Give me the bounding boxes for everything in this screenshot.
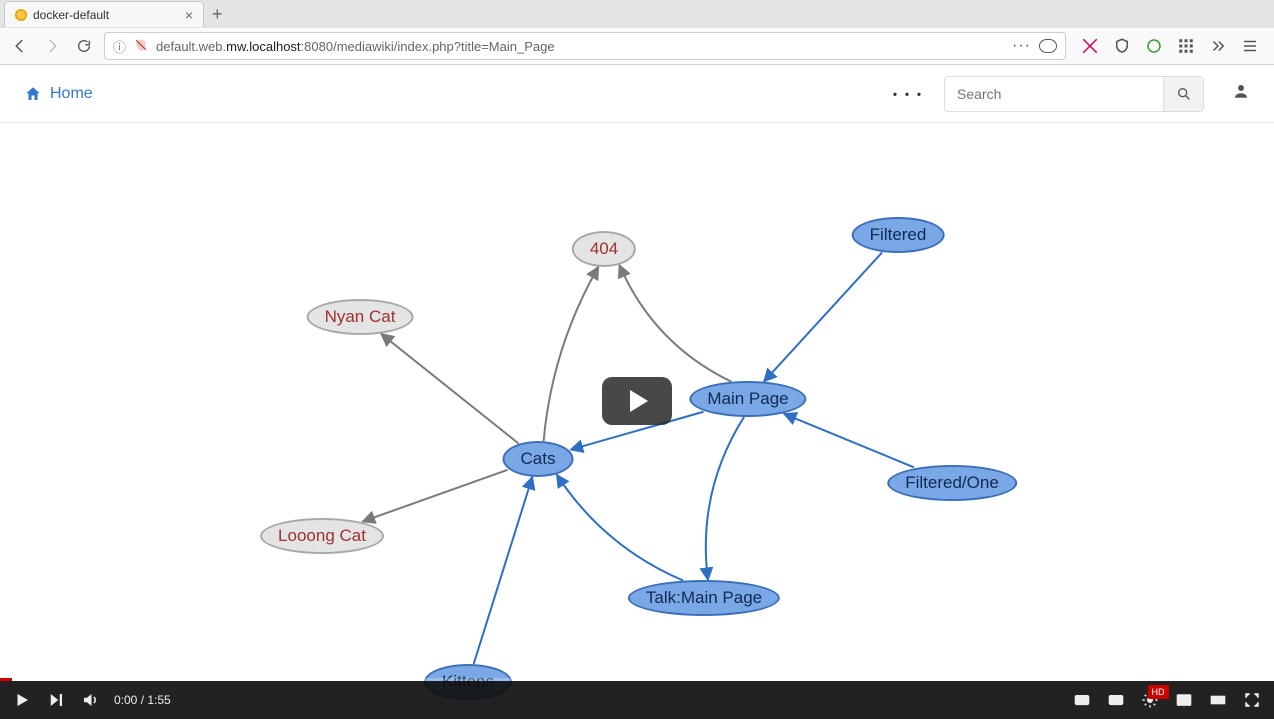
url-bar[interactable]: ⓘ default.web.mw.localhost:8080/mediawik… bbox=[104, 32, 1066, 60]
page-ellipsis-menu[interactable]: ･･･ bbox=[890, 79, 926, 108]
graph-node[interactable]: Nyan Cat bbox=[307, 299, 414, 335]
reader-shield-icon[interactable] bbox=[1039, 39, 1057, 53]
graph-node-label: 404 bbox=[590, 239, 618, 258]
close-icon[interactable]: × bbox=[185, 7, 193, 23]
home-icon bbox=[24, 85, 42, 103]
play-button[interactable] bbox=[12, 690, 32, 710]
quality-hd-button[interactable]: HD bbox=[1140, 690, 1160, 710]
tracking-blocked-icon[interactable] bbox=[134, 38, 148, 55]
graph-node-label: Filtered bbox=[870, 225, 927, 244]
home-link[interactable]: Home bbox=[24, 85, 93, 103]
graph-edge bbox=[706, 417, 744, 580]
graph-node[interactable]: Filtered bbox=[852, 217, 945, 253]
settings-button[interactable] bbox=[1106, 690, 1126, 710]
fullscreen-button[interactable] bbox=[1242, 690, 1262, 710]
play-icon bbox=[630, 390, 648, 412]
browser-toolbar-right bbox=[1074, 36, 1266, 56]
graph-node-label: Filtered/One bbox=[905, 473, 999, 492]
miniplayer-button[interactable] bbox=[1174, 690, 1194, 710]
graph-node-label: Looong Cat bbox=[278, 526, 366, 545]
video-play-overlay[interactable] bbox=[602, 377, 672, 425]
user-menu-icon[interactable] bbox=[1232, 82, 1250, 105]
video-current-time: 0:00 bbox=[114, 693, 137, 707]
url-host: mw.localhost bbox=[226, 39, 300, 54]
graph-node-label: Main Page bbox=[707, 389, 788, 408]
tab-strip: docker-default × + bbox=[0, 0, 1274, 28]
tab-favicon bbox=[15, 9, 27, 21]
search-icon bbox=[1176, 86, 1192, 102]
volume-button[interactable] bbox=[80, 690, 100, 710]
tab-title: docker-default bbox=[33, 8, 179, 22]
url-text: default.web.mw.localhost:8080/mediawiki/… bbox=[156, 39, 1004, 54]
graph-node[interactable]: Looong Cat bbox=[260, 518, 384, 554]
page-actions-icon[interactable]: ··· bbox=[1012, 37, 1031, 55]
url-prefix: default.web. bbox=[156, 39, 226, 54]
video-duration: 1:55 bbox=[147, 693, 170, 707]
graph-edge bbox=[764, 252, 882, 381]
ext-grid-icon[interactable] bbox=[1176, 36, 1196, 56]
graph-node-label: Talk:Main Page bbox=[646, 588, 762, 607]
theater-button[interactable] bbox=[1208, 690, 1228, 710]
graph-node[interactable]: Filtered/One bbox=[887, 465, 1017, 501]
search-box bbox=[944, 76, 1204, 112]
graph-node[interactable]: Main Page bbox=[689, 381, 806, 417]
back-button[interactable] bbox=[8, 34, 32, 58]
graph-edge bbox=[363, 470, 508, 522]
graph-edge bbox=[474, 477, 533, 664]
new-tab-button[interactable]: + bbox=[212, 5, 223, 23]
browser-nav-row: ⓘ default.web.mw.localhost:8080/mediawik… bbox=[0, 28, 1274, 64]
page-topbar: Home ･･･ bbox=[0, 65, 1274, 123]
graph-edge bbox=[619, 265, 731, 382]
graph-node[interactable]: Cats bbox=[503, 441, 574, 477]
hamburger-menu-icon[interactable] bbox=[1240, 36, 1260, 56]
overflow-chevrons-icon[interactable] bbox=[1208, 36, 1228, 56]
video-time: 0:00 / 1:55 bbox=[114, 693, 171, 707]
ext-circle-icon[interactable] bbox=[1144, 36, 1164, 56]
forward-button[interactable] bbox=[40, 34, 64, 58]
browser-chrome: docker-default × + ⓘ default.web.mw.loca… bbox=[0, 0, 1274, 65]
graph-node-label: Nyan Cat bbox=[325, 307, 396, 326]
next-button[interactable] bbox=[46, 690, 66, 710]
graph-node[interactable]: Talk:Main Page bbox=[628, 580, 780, 616]
site-info-icon[interactable]: ⓘ bbox=[113, 37, 126, 56]
reload-button[interactable] bbox=[72, 34, 96, 58]
search-input[interactable] bbox=[945, 77, 1163, 111]
graph-canvas[interactable]: Main PageCatsTalk:Main PageKittensFilter… bbox=[0, 123, 1274, 678]
graph-edge bbox=[381, 334, 519, 444]
ext-shield-icon[interactable] bbox=[1112, 36, 1132, 56]
url-path: :8080/mediawiki/index.php?title=Main_Pag… bbox=[301, 39, 555, 54]
search-button[interactable] bbox=[1163, 77, 1203, 111]
video-controls: 0:00 / 1:55 HD bbox=[0, 681, 1274, 719]
browser-tab[interactable]: docker-default × bbox=[4, 1, 204, 27]
graph-node[interactable]: 404 bbox=[572, 231, 636, 267]
captions-button[interactable] bbox=[1072, 690, 1092, 710]
home-label: Home bbox=[50, 85, 93, 103]
graph-node-label: Cats bbox=[521, 449, 556, 468]
graph-edge bbox=[784, 414, 914, 468]
graph-edge bbox=[557, 475, 683, 581]
graph-edge bbox=[544, 267, 599, 441]
ext-icon-1[interactable] bbox=[1080, 36, 1100, 56]
